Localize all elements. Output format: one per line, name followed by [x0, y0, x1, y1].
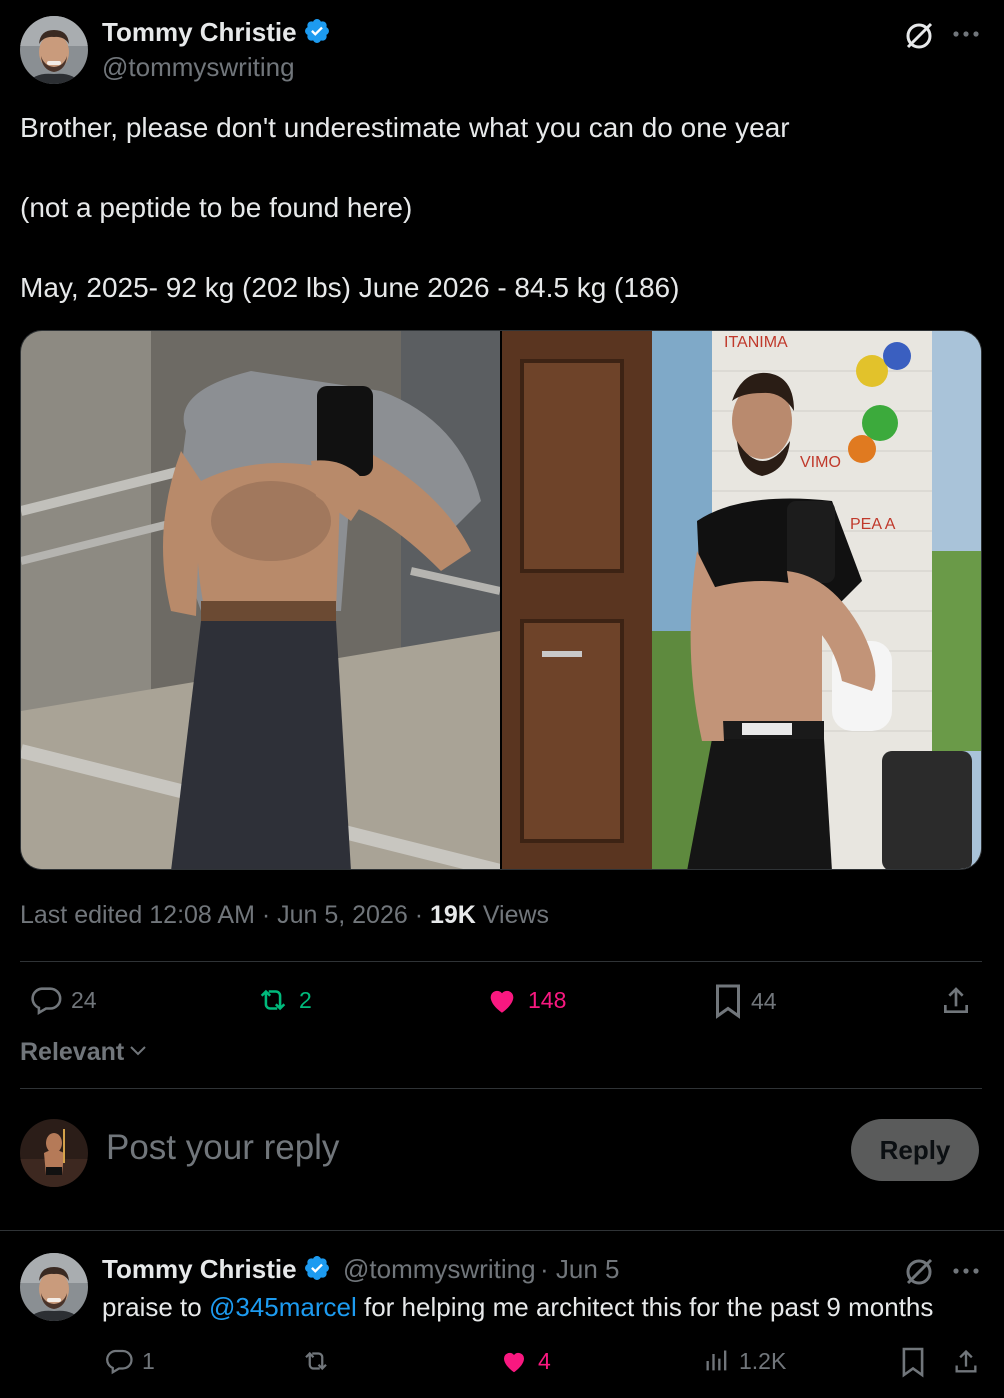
- reply-button[interactable]: Reply: [851, 1119, 979, 1181]
- tweet-media[interactable]: ITANIMA VIMO PEA A: [20, 330, 982, 870]
- like-action[interactable]: 148: [484, 983, 566, 1017]
- tweet-text-line-1: Brother, please don't underestimate what…: [20, 112, 790, 143]
- reply-input[interactable]: Post your reply: [106, 1128, 339, 1168]
- views-label: Views: [475, 901, 550, 929]
- grok-icon[interactable]: [903, 20, 935, 57]
- reply-action[interactable]: 24: [29, 983, 97, 1017]
- tweet-text-line-2: (not a peptide to be found here): [20, 192, 413, 223]
- mention-link[interactable]: @345marcel: [209, 1292, 357, 1322]
- share-action[interactable]: [940, 983, 972, 1019]
- divider: [0, 1230, 1004, 1231]
- share-icon: [940, 983, 972, 1019]
- repost-count: 2: [299, 986, 312, 1013]
- before-photo[interactable]: [21, 331, 502, 869]
- current-user-avatar[interactable]: [20, 1119, 88, 1187]
- verified-badge-icon: [303, 1254, 331, 1287]
- reply-views-count: 1.2K: [739, 1347, 787, 1374]
- after-photo-overlay-3: PEA A: [850, 516, 896, 533]
- after-photo-overlay-1: ITANIMA: [724, 334, 788, 351]
- author-avatar[interactable]: [20, 16, 88, 84]
- views-count: 19K: [430, 901, 476, 929]
- reply-text-after: for helping me architect this for the pa…: [356, 1292, 934, 1322]
- divider: [20, 961, 982, 962]
- reply-reply-count: 1: [142, 1347, 155, 1374]
- grok-icon[interactable]: [903, 1256, 935, 1293]
- verified-badge-icon: [303, 17, 331, 50]
- reply-repost-action[interactable]: [300, 1346, 332, 1376]
- reply-bookmark-action[interactable]: [900, 1346, 926, 1378]
- reply-views-action[interactable]: 1.2K: [703, 1346, 786, 1376]
- tweet-meta: Last edited 12:08 AM · Jun 5, 2026 · 19K…: [20, 901, 549, 930]
- repost-icon: [255, 983, 291, 1017]
- reply-date[interactable]: · Jun 5: [540, 1254, 620, 1284]
- sort-label: Relevant: [20, 1038, 125, 1066]
- reply-icon: [104, 1346, 134, 1376]
- reply-reply-action[interactable]: 1: [104, 1346, 155, 1376]
- reply-author-handle[interactable]: @tommyswriting: [343, 1254, 536, 1284]
- reply-share-action[interactable]: [952, 1346, 980, 1378]
- chevron-down-icon: [128, 1043, 148, 1062]
- repost-icon: [300, 1346, 332, 1376]
- heart-icon: [484, 983, 520, 1017]
- more-icon[interactable]: [952, 24, 980, 49]
- repost-action[interactable]: 2: [255, 983, 312, 1017]
- reply-author-avatar[interactable]: [20, 1253, 88, 1321]
- author-handle[interactable]: @tommyswriting: [102, 52, 295, 83]
- bookmark-icon: [713, 983, 743, 1019]
- reply-icon: [29, 983, 63, 1017]
- views-icon: [703, 1346, 731, 1376]
- author-name[interactable]: Tommy Christie: [102, 17, 297, 47]
- bookmark-action[interactable]: 44: [713, 983, 777, 1019]
- more-icon[interactable]: [952, 1261, 980, 1286]
- tweet-text-line-3: May, 2025- 92 kg (202 lbs) June 2026 - 8…: [20, 272, 680, 303]
- sort-selector[interactable]: Relevant: [20, 1038, 148, 1067]
- divider: [20, 1088, 982, 1089]
- edited-timestamp[interactable]: Last edited 12:08 AM · Jun 5, 2026 ·: [20, 901, 430, 929]
- reply-author-name[interactable]: Tommy Christie: [102, 1254, 297, 1284]
- bookmark-count: 44: [751, 987, 777, 1014]
- reply-like-count: 4: [538, 1347, 551, 1374]
- reply-text-before: praise to: [102, 1292, 209, 1322]
- bookmark-icon: [900, 1346, 926, 1378]
- reply-text: praise to @345marcel for helping me arch…: [102, 1292, 933, 1323]
- share-icon: [952, 1346, 980, 1378]
- after-photo-overlay-2: VIMO: [800, 454, 841, 471]
- like-count: 148: [528, 986, 567, 1013]
- reply-count: 24: [71, 986, 97, 1013]
- heart-icon: [498, 1346, 530, 1376]
- reply-like-action[interactable]: 4: [498, 1346, 551, 1376]
- after-photo[interactable]: ITANIMA VIMO PEA A: [502, 331, 981, 869]
